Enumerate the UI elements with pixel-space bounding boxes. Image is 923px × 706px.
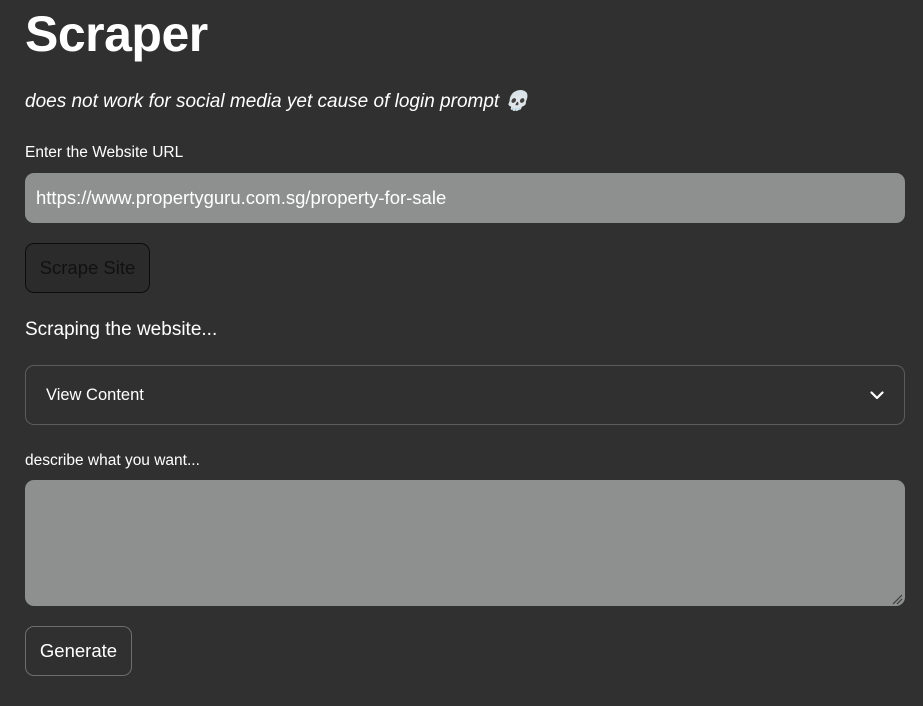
expander-label: View Content <box>46 385 144 404</box>
status-text: Scraping the website... <box>25 319 218 340</box>
url-input[interactable] <box>25 173 905 223</box>
scrape-site-button[interactable]: Scrape Site <box>25 243 150 293</box>
page-subtitle: does not work for social media yet cause… <box>25 91 529 112</box>
view-content-expander[interactable]: View Content <box>25 365 905 425</box>
resize-handle-icon[interactable] <box>891 592 903 605</box>
chevron-down-icon <box>866 384 888 406</box>
url-field-label: Enter the Website URL <box>25 144 184 161</box>
page-title: Scraper <box>25 6 208 62</box>
generate-button[interactable]: Generate <box>25 626 132 676</box>
description-field-label: describe what you want... <box>25 452 200 469</box>
description-textarea[interactable] <box>25 480 905 606</box>
